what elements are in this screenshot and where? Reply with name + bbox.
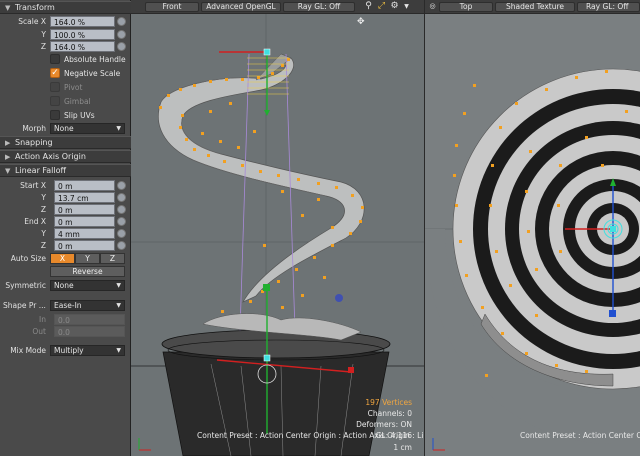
channel-eye-icon[interactable] — [117, 181, 126, 190]
viewport-toolbar: ◎ Top Shaded Texture Ray GL: Off — [425, 0, 640, 14]
slip-uvs-checkbox[interactable] — [50, 110, 60, 120]
axis-gizmo — [138, 438, 151, 451]
absolute-handle-checkbox[interactable] — [50, 54, 60, 64]
scale-z-field[interactable]: 164.0 % — [50, 41, 115, 52]
front-viewport[interactable]: Front Advanced OpenGL Ray GL: Off ⚲ ⤢ ⚙ … — [131, 0, 424, 456]
symmetric-dropdown[interactable]: None ▼ — [50, 280, 125, 291]
vertex-count: 197 Vertices — [365, 398, 412, 407]
out-field[interactable]: 0.0 — [54, 326, 125, 337]
absolute-handle-label: Absolute Handle — [64, 55, 126, 64]
morph-label: Morph — [22, 124, 46, 133]
spiral-mesh[interactable] — [158, 53, 365, 303]
negative-scale-label: Negative Scale — [64, 69, 121, 78]
view-type-button[interactable]: Top — [439, 2, 493, 12]
linear-falloff-section-header[interactable]: ▼ Linear Falloff — [0, 164, 131, 177]
pivot-checkbox[interactable] — [50, 82, 60, 92]
end-x-label: End X — [24, 217, 46, 226]
pivot-label: Pivot — [64, 83, 83, 92]
search-icon[interactable]: ⚲ — [363, 1, 374, 12]
snapping-section-header[interactable]: ▶ Snapping — [0, 136, 131, 149]
expand-triangle-icon: ▶ — [5, 153, 11, 161]
gimbal-label: Gimbal — [64, 97, 91, 106]
start-z-label: Z — [40, 205, 46, 214]
scale-y-field[interactable]: 100.0 % — [50, 29, 115, 40]
channel-eye-icon[interactable] — [117, 217, 126, 226]
scale-x-field[interactable]: 164.0 % — [50, 16, 115, 27]
status-line: Content Preset : Action Center Origin : … — [520, 431, 640, 440]
channel-eye-icon[interactable] — [117, 205, 126, 214]
channel-eye-icon[interactable] — [117, 241, 126, 250]
end-y-field[interactable]: 4 mm — [54, 228, 115, 239]
end-z-label: Z — [40, 241, 46, 250]
channel-eye-icon[interactable] — [117, 30, 126, 39]
move-icon: ✥ — [357, 17, 365, 27]
start-y-field[interactable]: 13.7 cm — [54, 192, 115, 203]
shape-preset-label: Shape Pr ... — [3, 301, 46, 310]
ray-gl-button[interactable]: Ray GL: Off — [283, 2, 355, 12]
viewport-toolbar: Front Advanced OpenGL Ray GL: Off ⚲ ⤢ ⚙ … — [131, 0, 424, 14]
channel-count: Channels: 0 — [367, 409, 412, 418]
dropdown-arrow-icon: ▼ — [116, 125, 121, 132]
auto-size-label: Auto Size — [10, 254, 46, 263]
auto-size-z-button[interactable]: Z — [100, 253, 125, 264]
grid-unit: 1 cm — [393, 443, 412, 452]
start-y-label: Y — [41, 193, 46, 202]
end-x-field[interactable]: 0 m — [54, 216, 115, 227]
auto-size-x-button[interactable]: X — [50, 253, 75, 264]
gear-icon[interactable]: ⚙ — [389, 1, 400, 12]
mix-mode-label: Mix Mode — [10, 346, 46, 355]
in-field[interactable]: 0.0 — [54, 314, 125, 325]
slip-uvs-label: Slip UVs — [64, 111, 95, 120]
start-z-field[interactable]: 0 m — [54, 204, 115, 215]
shading-mode-button[interactable]: Shaded Texture — [495, 2, 575, 12]
collapse-triangle-icon: ▼ — [5, 167, 11, 175]
negative-scale-checkbox[interactable]: ✓ — [50, 68, 60, 78]
front-viewport-canvas[interactable]: ✥ — [131, 14, 424, 456]
action-axis-origin-section-header[interactable]: ▶ Action Axis Origin — [0, 150, 131, 163]
scale-z-label: Z — [40, 42, 46, 51]
channel-eye-icon[interactable] — [117, 17, 126, 26]
out-label: Out — [32, 327, 46, 336]
scale-x-label: Scale X — [18, 17, 46, 26]
end-y-label: Y — [41, 229, 46, 238]
fit-icon[interactable]: ⤢ — [376, 1, 387, 12]
start-x-label: Start X — [20, 181, 46, 190]
dropdown-arrow-icon: ▼ — [116, 282, 121, 289]
channel-eye-icon[interactable] — [117, 193, 126, 202]
symmetric-label: Symmetric — [5, 281, 46, 290]
start-x-field[interactable]: 0 m — [54, 180, 115, 191]
dropdown-arrow-icon: ▼ — [116, 347, 121, 354]
shape-preset-dropdown[interactable]: Ease-In ▼ — [50, 300, 125, 311]
collapse-triangle-icon: ▼ — [5, 4, 11, 12]
ray-gl-button[interactable]: Ray GL: Off — [577, 2, 640, 12]
top-viewport[interactable]: ◎ Top Shaded Texture Ray GL: Off Content… — [425, 0, 640, 456]
auto-size-y-button[interactable]: Y — [75, 253, 100, 264]
scale-y-label: Y — [41, 30, 46, 39]
mix-mode-dropdown[interactable]: Multiply ▼ — [50, 345, 125, 356]
gimbal-checkbox[interactable] — [50, 96, 60, 106]
spiral-top-mesh[interactable] — [425, 68, 640, 444]
view-type-button[interactable]: Front — [145, 2, 199, 12]
top-viewport-canvas[interactable] — [425, 14, 640, 456]
reverse-button[interactable]: Reverse — [50, 266, 125, 277]
deformer-status: Deformers: ON — [356, 420, 412, 429]
end-z-field[interactable]: 0 m — [54, 240, 115, 251]
channel-eye-icon[interactable] — [117, 42, 126, 51]
channel-eye-icon[interactable] — [117, 229, 126, 238]
transform-section-header[interactable]: ▼ Transform — [0, 1, 131, 14]
in-label: In — [39, 315, 46, 324]
morph-dropdown[interactable]: None ▼ — [50, 123, 125, 134]
dropdown-arrow-icon: ▼ — [116, 302, 121, 309]
status-line: Content Preset : Action Center Origin : … — [197, 431, 424, 440]
tool-properties-panel: ▼ Transform Scale X 164.0 % Y 100.0 % Z … — [0, 0, 131, 456]
expand-triangle-icon: ▶ — [5, 139, 11, 147]
axis-gizmo — [432, 438, 445, 451]
viewport-options-icon[interactable]: ◎ — [427, 1, 438, 12]
shading-mode-button[interactable]: Advanced OpenGL — [201, 2, 281, 12]
dropdown-icon[interactable]: ▼ — [401, 1, 412, 12]
